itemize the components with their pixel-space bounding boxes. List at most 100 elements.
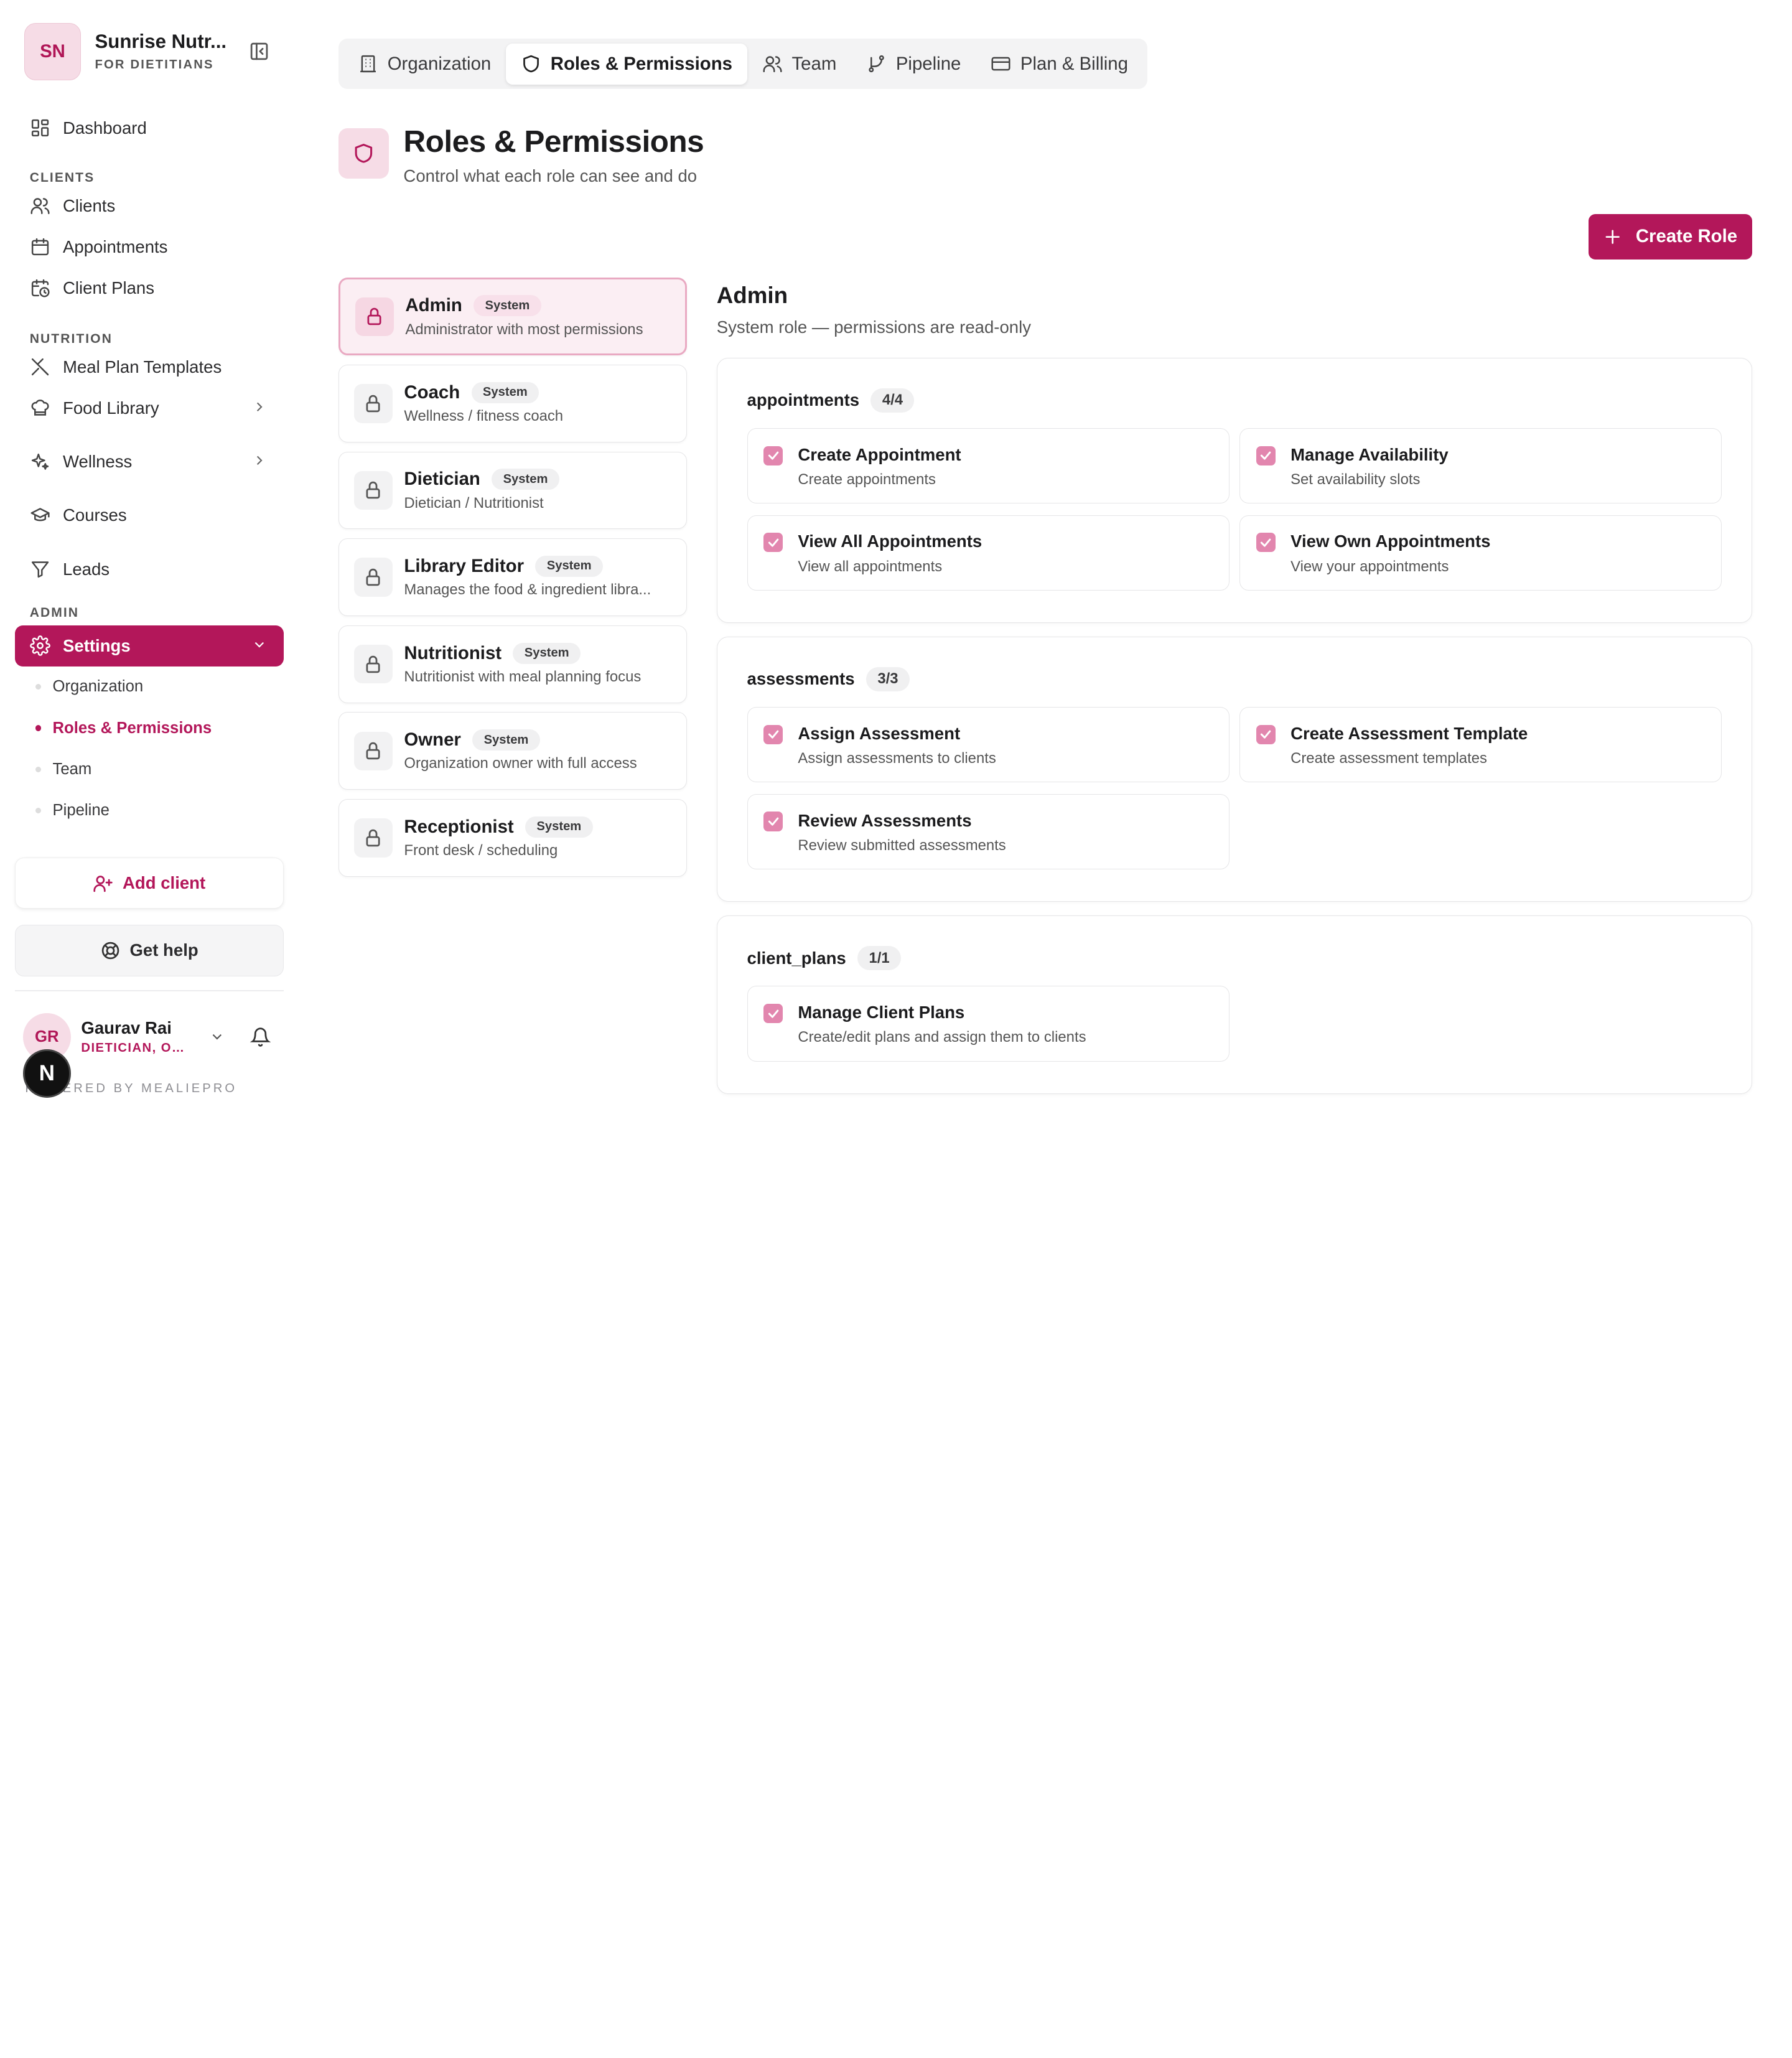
tab-label: Team [791, 53, 837, 74]
sidebar-item-clients[interactable]: Clients [15, 185, 284, 227]
chevron-right-icon [251, 399, 268, 419]
permission-description: Review submitted assessments [798, 836, 1006, 854]
role-detail-subtitle: System role — permissions are read-only [716, 317, 1031, 337]
permission-name: Review Assessments [798, 810, 972, 830]
role-card[interactable]: Coach System Wellness / fitness coach [338, 364, 688, 442]
role-name: Nutritionist [404, 642, 502, 663]
permission-item: Create Appointment Create appointments [747, 428, 1230, 504]
app-root: SN Sunrise Nutr... FOR DIETITIANS Dashbo… [0, 0, 1792, 1120]
sidebar-item-wellness[interactable]: Wellness [15, 441, 284, 482]
role-name: Dietician [404, 469, 480, 490]
role-card[interactable]: Owner System Organization owner with full … [338, 712, 688, 790]
role-description: Manages the food & ingredient libra... [404, 581, 651, 599]
tab-roles-permissions[interactable]: Roles & Permissions [506, 43, 747, 85]
tab-organization[interactable]: Organization [343, 44, 506, 85]
sidebar-item-client-plans[interactable]: Client Plans [15, 268, 284, 309]
permission-checkbox[interactable] [763, 724, 783, 745]
tab-label: Roles & Permissions [550, 53, 732, 74]
users-icon [30, 195, 50, 216]
lock-icon [353, 644, 393, 684]
shield-icon [338, 128, 389, 179]
tab-pipeline[interactable]: Pipeline [851, 44, 976, 85]
permission-checkbox[interactable] [1256, 724, 1276, 745]
lock-icon [353, 470, 393, 510]
sidebar-item-label: Food Library [63, 398, 159, 418]
permission-description: Create appointments [798, 470, 936, 488]
building-icon [358, 54, 378, 74]
permission-checkbox[interactable] [763, 446, 783, 465]
sidebar-item-meal-plan-templates[interactable]: Meal Plan Templates [15, 347, 284, 388]
graduation-cap-icon [30, 505, 50, 526]
system-badge: System [474, 295, 541, 317]
sidebar-item-food-library[interactable]: Food Library [15, 388, 284, 429]
permission-checkbox[interactable] [763, 1004, 783, 1024]
role-name: Admin [405, 295, 462, 316]
create-role-button[interactable]: Create Role [1589, 213, 1753, 260]
permission-item: Assign Assessment Assign assessments to c… [747, 707, 1230, 783]
permission-description: Create/edit plans and assign them to cli… [798, 1029, 1086, 1046]
sidebar-collapse-icon[interactable] [248, 40, 271, 63]
role-description: Organization owner with full access [404, 755, 637, 772]
get-help-button[interactable]: Get help [14, 925, 284, 976]
create-role-label: Create Role [1635, 226, 1738, 247]
role-name: Owner [404, 729, 461, 751]
role-description: Administrator with most permissions [405, 320, 643, 338]
permission-name: Create Appointment [798, 444, 961, 464]
group-name: client_plans [747, 948, 846, 968]
git-branch-icon [866, 54, 887, 74]
users-icon [762, 54, 783, 74]
role-detail-header: Admin System role — permissions are read… [717, 283, 1752, 338]
main-content: Organization Roles & Permissions Team Pi… [298, 0, 1792, 1120]
sidebar-item-appointments[interactable]: Appointments [15, 227, 284, 268]
group-count-badge: 1/1 [857, 946, 902, 971]
calendar-clock-icon [30, 278, 50, 298]
sidebar-subitem-roles[interactable]: Roles & Permissions [15, 708, 284, 749]
system-badge: System [492, 469, 559, 490]
lock-icon [353, 558, 393, 597]
sidebar-item-leads[interactable]: Leads [15, 549, 284, 590]
role-description: Wellness / fitness coach [404, 408, 564, 425]
permission-checkbox[interactable] [1256, 446, 1276, 465]
role-description: Nutritionist with meal planning focus [404, 668, 642, 685]
role-card[interactable]: Admin System Administrator with most permi… [338, 278, 688, 356]
settings-tabs: Organization Roles & Permissions Team Pi… [338, 39, 1148, 90]
permission-checkbox[interactable] [1256, 533, 1276, 553]
sidebar-subitem-pipeline[interactable]: Pipeline [15, 790, 284, 831]
sidebar-item-settings[interactable]: Settings [14, 625, 284, 667]
permission-checkbox[interactable] [763, 533, 783, 553]
tab-plan-billing[interactable]: Plan & Billing [976, 44, 1143, 85]
chevron-down-icon[interactable] [209, 1029, 225, 1045]
credit-card-icon [991, 54, 1011, 74]
life-buoy-icon [100, 940, 121, 961]
gear-icon [29, 635, 50, 657]
brand-name: Sunrise Nutr... [95, 30, 227, 53]
role-name: Receptionist [404, 816, 514, 837]
role-card[interactable]: Library Editor System Manages the food & i… [338, 538, 688, 617]
section-label-clients: CLIENTS [29, 170, 95, 185]
permission-name: Manage Client Plans [798, 1003, 965, 1022]
role-card[interactable]: Receptionist System Front desk / schedulin… [338, 798, 688, 877]
role-card[interactable]: Nutritionist System Nutritionist with meal… [338, 625, 688, 703]
sidebar-subitem-team[interactable]: Team [15, 749, 284, 790]
role-name: Coach [404, 381, 460, 403]
shield-icon [521, 54, 541, 74]
tab-label: Pipeline [895, 53, 961, 74]
add-client-button[interactable]: Add client [14, 857, 284, 909]
bell-icon[interactable] [250, 1027, 271, 1047]
system-badge: System [471, 381, 539, 403]
permission-checkbox[interactable] [763, 812, 783, 831]
permission-description: Create assessment templates [1290, 750, 1487, 767]
bullet-dot [35, 725, 42, 731]
funnel-icon [30, 559, 50, 579]
lock-icon [355, 297, 394, 337]
role-card[interactable]: Dietician System Dietician / Nutritionist [338, 451, 688, 530]
sidebar-subitem-organization[interactable]: Organization [15, 667, 284, 708]
sidebar-item-label: Wellness [63, 452, 133, 472]
permission-group: appointments 4/4 Create Appointment Create … [716, 357, 1753, 624]
sidebar-item-dashboard[interactable]: Dashboard [15, 108, 284, 149]
get-help-label: Get help [129, 940, 198, 960]
nextjs-dev-badge[interactable]: N [22, 1049, 71, 1098]
system-badge: System [472, 729, 540, 751]
sidebar-item-courses[interactable]: Courses [15, 495, 284, 536]
tab-team[interactable]: Team [747, 44, 851, 85]
